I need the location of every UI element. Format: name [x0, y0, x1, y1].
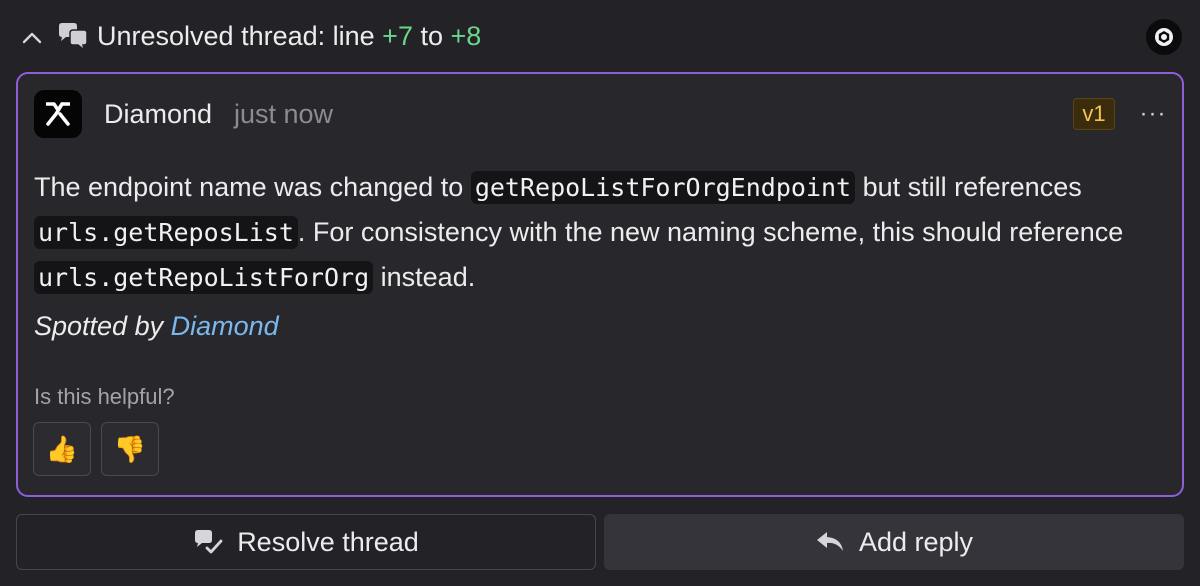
avatar: [34, 90, 82, 138]
thumbs-up-icon: 👍: [45, 433, 79, 464]
line-start: +7: [382, 21, 413, 51]
review-thread-panel: Unresolved thread: line +7 to +8 Diamond…: [0, 0, 1200, 586]
inline-code-3: urls.getRepoListForOrg: [34, 261, 374, 294]
reply-arrow-icon: [816, 532, 843, 551]
thumbs-down-button[interactable]: 👎: [101, 422, 159, 476]
title-prefix: Unresolved thread: line: [97, 21, 383, 51]
line-separator: to: [412, 21, 451, 51]
comment-time: just now: [234, 99, 334, 129]
version-badge: v1: [1073, 98, 1115, 130]
spotted-by: Spotted by Diamond: [34, 308, 279, 344]
line-end: +8: [450, 21, 482, 51]
chevron-up-icon: [22, 32, 42, 44]
add-reply-label: Add reply: [858, 527, 974, 557]
diamond-logo-icon: [46, 102, 70, 126]
thumbs-down-icon: 👎: [113, 433, 147, 464]
collapse-button[interactable]: [18, 24, 46, 52]
aperture-icon: [1155, 28, 1173, 46]
more-options-button[interactable]: ···: [1136, 98, 1170, 130]
comment-author[interactable]: Diamond: [104, 96, 212, 132]
inline-code-1: getRepoListForOrgEndpoint: [470, 171, 856, 204]
body-text-1: The endpoint name was changed to: [34, 172, 471, 202]
thumbs-up-button[interactable]: 👍: [33, 422, 91, 476]
thread-title: Unresolved thread: line +7 to +8: [97, 18, 481, 54]
status-button[interactable]: [1146, 19, 1182, 55]
spotted-prefix: Spotted by: [34, 311, 171, 341]
body-text-4: instead.: [373, 262, 476, 292]
resolve-thread-label: Resolve thread: [237, 527, 419, 557]
comment-card: Diamond just now v1 ··· The endpoint nam…: [16, 72, 1184, 497]
helpful-question: Is this helpful?: [34, 384, 175, 409]
more-icon: ···: [1139, 100, 1167, 127]
body-text-3: . For consistency with the new naming sc…: [297, 217, 1124, 247]
resolve-thread-button[interactable]: Resolve thread: [16, 514, 596, 570]
spotted-by-link[interactable]: Diamond: [171, 311, 279, 341]
resolve-chat-icon: [195, 530, 223, 554]
thread-header: Unresolved thread: line +7 to +8: [0, 0, 1200, 72]
body-text-2: but still references: [855, 172, 1082, 202]
add-reply-button[interactable]: Add reply: [604, 514, 1184, 570]
comment-body: The endpoint name was changed to getRepo…: [34, 165, 1174, 300]
chat-bubbles-icon: [59, 23, 88, 52]
inline-code-2: urls.getReposList: [34, 216, 298, 249]
